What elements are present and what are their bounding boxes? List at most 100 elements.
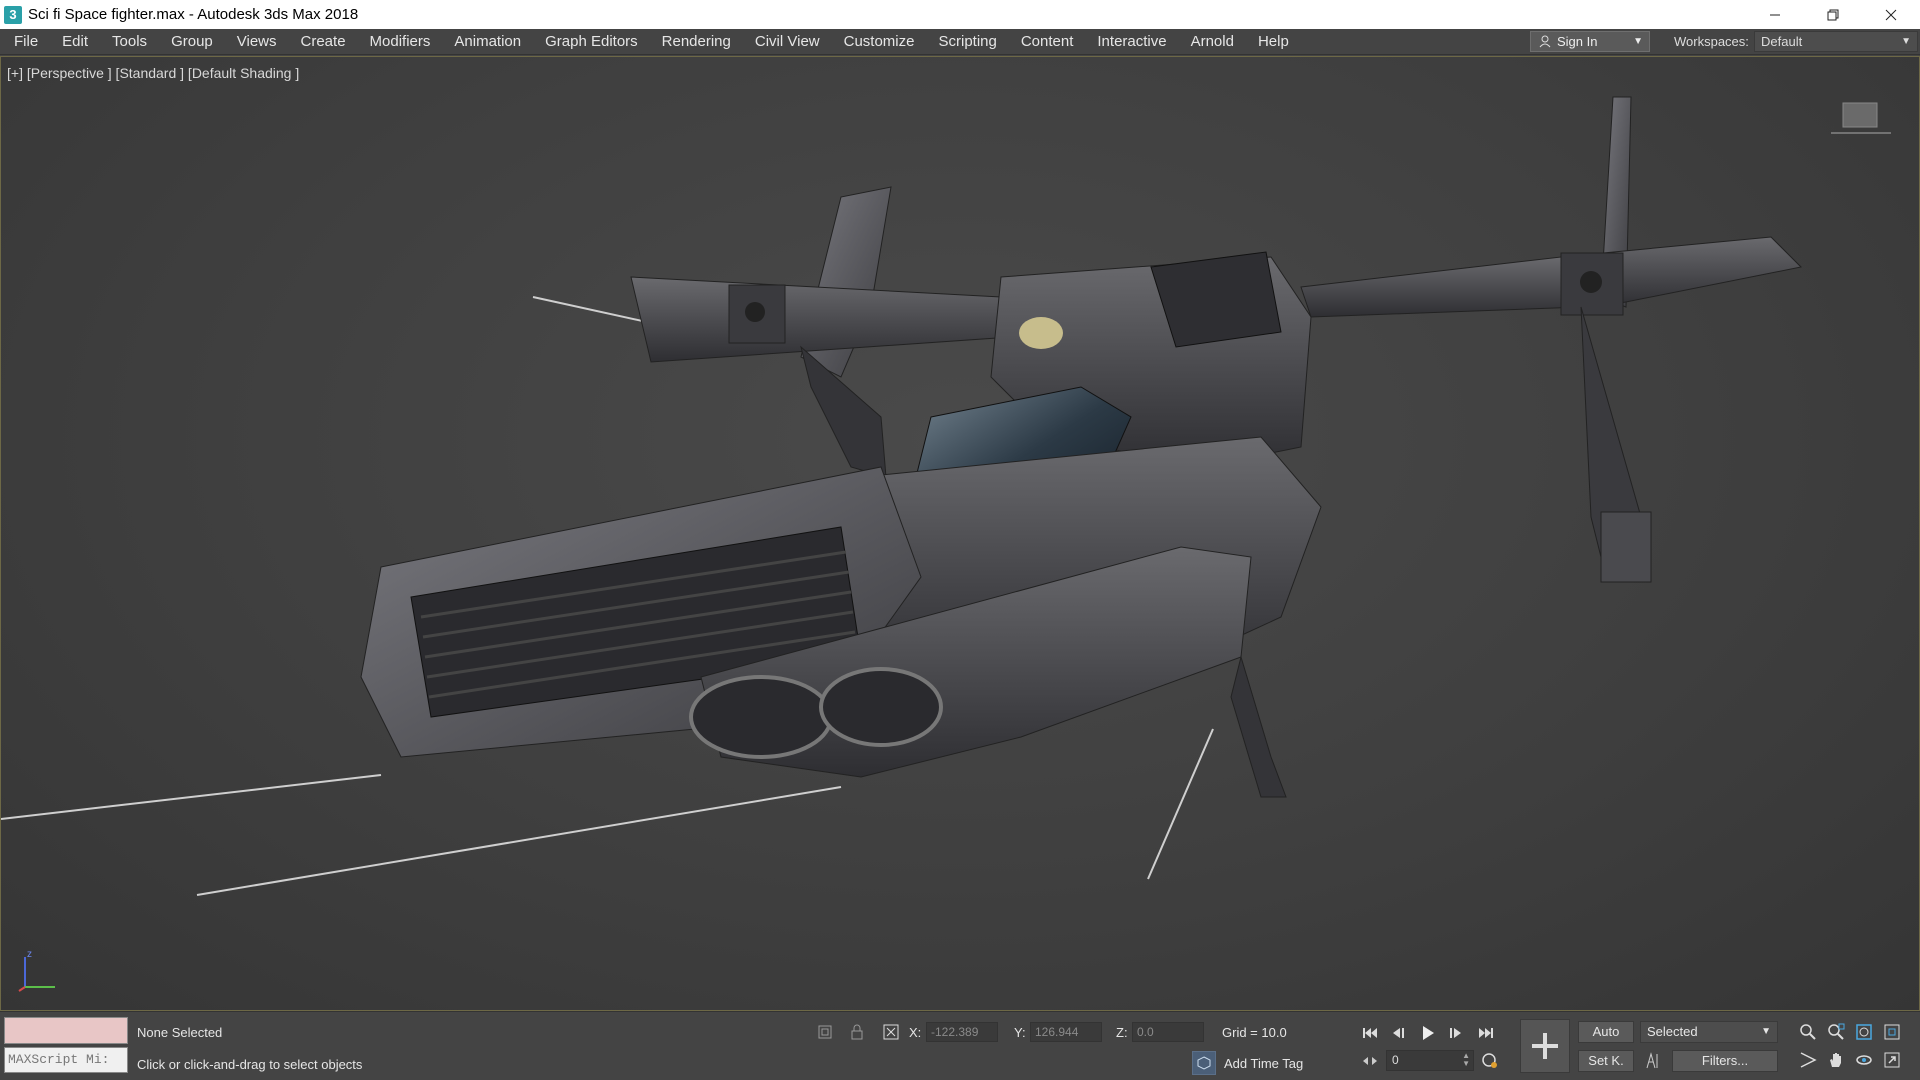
menu-rendering[interactable]: Rendering (650, 29, 743, 55)
isolate-selection-icon[interactable] (814, 1021, 836, 1043)
chevron-down-icon: ▼ (1761, 1026, 1771, 1037)
key-filter-select[interactable]: Selected ▼ (1640, 1021, 1778, 1043)
axis-tripod: z (15, 947, 65, 997)
play-icon (1423, 1026, 1434, 1040)
user-icon (1537, 34, 1553, 50)
workspaces-label: Workspaces: (1674, 34, 1749, 49)
menu-create[interactable]: Create (289, 29, 358, 55)
close-button[interactable] (1862, 0, 1920, 29)
zoom-extents-button[interactable] (1852, 1020, 1876, 1044)
hand-pan-icon (1830, 1053, 1841, 1067)
menu-file[interactable]: File (0, 29, 50, 55)
maxscript-input[interactable]: MAXScript Mi: (4, 1047, 128, 1073)
zoom-all-button[interactable] (1824, 1020, 1848, 1044)
menu-animation[interactable]: Animation (442, 29, 533, 55)
orbit-icon (1856, 1055, 1872, 1065)
zoom-extents-icon (1856, 1024, 1872, 1040)
zoom-button[interactable] (1796, 1020, 1820, 1044)
menu-group[interactable]: Group (159, 29, 225, 55)
current-frame-value: 0 (1392, 1053, 1399, 1067)
transform-mode-icon[interactable] (880, 1021, 902, 1043)
key-mode-toggle[interactable] (1358, 1050, 1382, 1072)
minimize-button[interactable] (1746, 0, 1804, 29)
x-coordinate-field[interactable]: -122.389 (926, 1022, 998, 1042)
chevron-down-icon: ▼ (1901, 36, 1911, 47)
zoom-icon (1800, 1024, 1816, 1040)
auto-key-button[interactable]: Auto (1578, 1021, 1634, 1043)
x-label: X: (909, 1025, 922, 1040)
perspective-viewport[interactable]: [+] [Perspective ] [Standard ] [Default … (0, 56, 1920, 1011)
menu-arnold[interactable]: Arnold (1179, 29, 1246, 55)
minimize-icon (1770, 14, 1780, 15)
restore-icon (1827, 9, 1839, 20)
key-filter-value: Selected (1647, 1024, 1698, 1039)
key-mode-icon (1363, 1057, 1377, 1065)
next-frame-button[interactable] (1444, 1022, 1468, 1044)
app-icon[interactable]: 3 (4, 5, 22, 24)
menu-content[interactable]: Content (1009, 29, 1086, 55)
zoom-all-icon (1828, 1023, 1845, 1040)
time-tag-label: Add Time Tag (1224, 1055, 1304, 1071)
orbit-button[interactable] (1852, 1048, 1876, 1072)
menu-bar: File Edit Tools Group Views Create Modif… (0, 29, 1920, 55)
menu-tools[interactable]: Tools (100, 29, 159, 55)
y-coordinate-field[interactable]: 126.944 (1030, 1022, 1102, 1042)
time-tag-icon (1192, 1051, 1216, 1075)
zoom-extents-all-button[interactable] (1880, 1020, 1904, 1044)
key-filters-icon-button[interactable] (1642, 1050, 1666, 1072)
lock-icon[interactable] (846, 1021, 868, 1043)
z-coordinate-field[interactable]: 0.0 (1132, 1022, 1204, 1042)
go-to-start-button[interactable] (1358, 1022, 1382, 1044)
space-fighter-model[interactable] (1, 57, 1920, 1011)
sign-in-dropdown[interactable]: Sign In ▼ (1530, 31, 1650, 52)
menu-views[interactable]: Views (225, 29, 289, 55)
y-label: Y: (1014, 1025, 1026, 1040)
menu-interactive[interactable]: Interactive (1085, 29, 1178, 55)
key-filters-icon (1646, 1052, 1658, 1069)
time-configuration-icon (1482, 1053, 1497, 1068)
next-frame-icon (1450, 1028, 1461, 1038)
field-of-view-button[interactable] (1796, 1048, 1820, 1072)
time-configuration-button[interactable] (1478, 1050, 1502, 1072)
menu-edit[interactable]: Edit (50, 29, 100, 55)
title-bar: 3 Sci fi Space fighter.max - Autodesk 3d… (0, 0, 1920, 29)
plus-key-icon (1532, 1033, 1558, 1059)
close-icon (1885, 9, 1897, 20)
z-axis-label: z (27, 949, 32, 960)
workspaces-select[interactable]: Default ▼ (1754, 31, 1918, 52)
menu-customize[interactable]: Customize (832, 29, 927, 55)
field-of-view-icon (1800, 1052, 1817, 1068)
pan-button[interactable] (1824, 1048, 1848, 1072)
add-time-tag-button[interactable]: Add Time Tag (1192, 1050, 1303, 1076)
menu-graph-editors[interactable]: Graph Editors (533, 29, 650, 55)
spinner-icon[interactable]: ▲ ▼ (1462, 1052, 1470, 1068)
mini-listener[interactable] (4, 1017, 128, 1044)
sign-in-label: Sign In (1557, 34, 1598, 49)
current-frame-field[interactable]: 0 ▲ ▼ (1386, 1050, 1474, 1071)
previous-frame-icon (1393, 1028, 1404, 1038)
go-to-start-icon (1363, 1028, 1377, 1038)
maximize-viewport-icon (1884, 1052, 1900, 1068)
set-key-big-button[interactable] (1520, 1019, 1570, 1073)
menu-civil-view[interactable]: Civil View (743, 29, 832, 55)
zoom-extents-all-icon (1884, 1024, 1900, 1040)
viewport-label[interactable]: [+] [Perspective ] [Standard ] [Default … (7, 65, 299, 81)
maximize-viewport-button[interactable] (1880, 1048, 1904, 1072)
chevron-down-icon: ▼ (1633, 36, 1643, 47)
window-title: Sci fi Space fighter.max - Autodesk 3ds … (28, 6, 359, 23)
go-to-end-button[interactable] (1474, 1022, 1498, 1044)
menu-scripting[interactable]: Scripting (926, 29, 1008, 55)
z-label: Z: (1116, 1025, 1128, 1040)
prompt-line: Click or click-and-drag to select object… (137, 1057, 363, 1072)
set-key-button[interactable]: Set K. (1578, 1050, 1634, 1072)
selection-status: None Selected (137, 1025, 223, 1040)
menu-help[interactable]: Help (1246, 29, 1301, 55)
viewcube[interactable] (1831, 97, 1891, 137)
filters-button[interactable]: Filters... (1672, 1050, 1778, 1072)
menu-modifiers[interactable]: Modifiers (358, 29, 443, 55)
previous-frame-button[interactable] (1386, 1022, 1410, 1044)
restore-button[interactable] (1804, 0, 1862, 29)
grid-size: Grid = 10.0 (1222, 1025, 1287, 1040)
status-bar: MAXScript Mi: None Selected Click or cli… (0, 1011, 1920, 1080)
play-button[interactable] (1416, 1022, 1440, 1044)
